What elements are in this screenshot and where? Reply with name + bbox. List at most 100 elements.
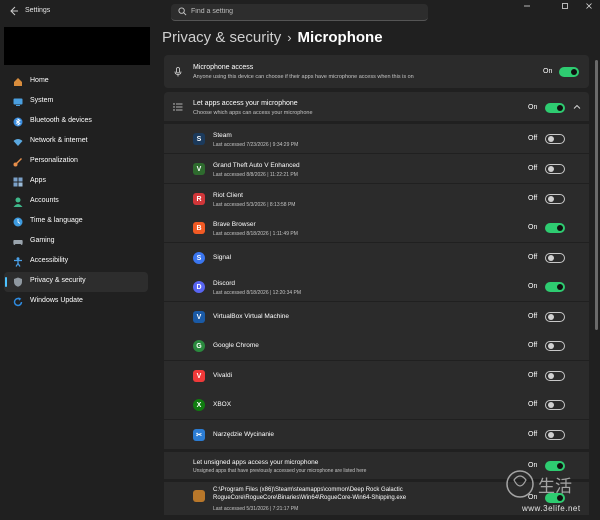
snipping-tool-icon: ✂ (193, 429, 205, 441)
app-row-riot-client: R Riot Client Last accessed 5/3/2026 | 8… (164, 184, 589, 213)
sidebar-item-label: Personalization (30, 157, 78, 164)
app-last-accessed: Last accessed 5/31/2026 | 7:21:17 PM (213, 506, 299, 512)
sidebar-item-home[interactable]: Home (4, 72, 148, 92)
sidebar-item-label: Gaming (30, 237, 55, 244)
toggle-knob (548, 136, 554, 142)
toggle-knob (557, 105, 563, 111)
let-apps-access-card[interactable]: Let apps access your microphone Choose w… (164, 92, 589, 121)
toggle-knob (548, 373, 554, 379)
sidebar-item-personalization[interactable]: Personalization (4, 152, 148, 172)
sidebar-item-windows-update[interactable]: Windows Update (4, 292, 148, 312)
breadcrumb-parent[interactable]: Privacy & security (162, 29, 281, 46)
app-name: Riot Client (213, 192, 243, 199)
app-row-signal: S Signal Off (164, 243, 589, 272)
apps-icon (13, 177, 23, 187)
app-name: XBOX (213, 401, 232, 408)
minimize-icon[interactable] (514, 0, 540, 16)
title-bar: Settings (0, 0, 600, 26)
app-last-accessed: Last accessed 8/18/2026 | 12:20:34 PM (213, 290, 302, 296)
sidebar-item-accessibility[interactable]: Accessibility (4, 252, 148, 272)
sidebar-item-apps[interactable]: Apps (4, 172, 148, 192)
unsigned-apps-title: Let unsigned apps access your microphone (193, 459, 319, 466)
let-apps-access-toggle[interactable] (545, 103, 565, 113)
scrollbar[interactable] (595, 60, 598, 330)
sidebar-item-gaming[interactable]: Gaming (4, 232, 148, 252)
app-toggle[interactable] (545, 371, 565, 381)
app-toggle[interactable] (545, 312, 565, 322)
app-toggle[interactable] (545, 164, 565, 174)
toggle-state-label: Off (528, 431, 538, 438)
app-toggle[interactable] (545, 341, 565, 351)
toggle-knob (548, 343, 554, 349)
microphone-access-title: Microphone access (193, 64, 254, 71)
svg-text:生活: 生活 (538, 477, 572, 497)
chrome-icon: G (193, 340, 205, 352)
sidebar-item-label: Home (30, 77, 49, 84)
app-row-snipping-tool: ✂ Narzędzie Wycinanie Off (164, 420, 589, 449)
microphone-access-card: Microphone access Anyone using this devi… (164, 55, 589, 88)
toggle-knob (548, 432, 554, 438)
app-name: VirtualBox Virtual Machine (213, 313, 289, 320)
microphone-access-toggle[interactable] (559, 67, 579, 77)
list-icon (173, 103, 183, 111)
toggle-knob (548, 255, 554, 261)
toggle-state-label: On (528, 224, 538, 231)
sidebar-item-label: System (30, 97, 54, 104)
sidebar-item-privacy-security[interactable]: Privacy & security (4, 272, 148, 292)
app-name: Discord (213, 280, 236, 287)
app-title: Settings (25, 7, 51, 14)
sidebar-item-network[interactable]: Network & internet (4, 132, 148, 152)
app-path: C:\Program Files (x86)\Steam\steamapps\c… (213, 487, 407, 501)
toggle-state-label: Off (528, 342, 538, 349)
sidebar-item-label: Time & language (30, 217, 83, 224)
maximize-icon[interactable] (552, 0, 578, 16)
sidebar-item-accounts[interactable]: Accounts (4, 192, 148, 212)
breadcrumb-separator: › (287, 30, 292, 45)
app-row-chrome: G Google Chrome Off (164, 331, 589, 360)
app-toggle[interactable] (545, 400, 565, 410)
arrow-left-icon[interactable] (6, 5, 22, 21)
toggle-state-label: Off (528, 372, 538, 379)
page-title: Microphone (297, 29, 383, 46)
toggle-state-label: Off (528, 401, 538, 408)
app-toggle[interactable] (545, 134, 565, 144)
app-toggle[interactable] (545, 282, 565, 292)
user-profile-card[interactable] (4, 27, 150, 65)
app-last-accessed: Last accessed 8/8/2026 | 11:22:21 PM (213, 172, 298, 178)
app-name: Google Chrome (213, 342, 259, 349)
sidebar-item-system[interactable]: System (4, 92, 148, 112)
app-name: Signal (213, 254, 232, 261)
close-icon[interactable] (576, 0, 600, 16)
toggle-knob (571, 69, 577, 75)
toggle-state-label: Off (528, 165, 538, 172)
virtualbox-icon: V (193, 311, 205, 323)
let-apps-access-title: Let apps access your microphone (193, 100, 298, 107)
home-icon (14, 78, 22, 86)
brush-icon (13, 158, 22, 167)
app-toggle[interactable] (545, 194, 565, 204)
app-row-discord: D Discord Last accessed 8/18/2026 | 12:2… (164, 272, 589, 301)
watermark-logo: 生活 www.3elife.net (500, 462, 600, 515)
gaming-icon (13, 240, 23, 245)
app-toggle[interactable] (545, 223, 565, 233)
sidebar-item-bluetooth[interactable]: Bluetooth & devices (4, 112, 148, 132)
app-toggle[interactable] (545, 253, 565, 263)
app-toggle[interactable] (545, 430, 565, 440)
gta-icon: V (193, 163, 205, 175)
chevron-up-icon[interactable] (573, 103, 581, 111)
clock-icon (13, 217, 23, 227)
let-apps-access-description: Choose which apps can access your microp… (193, 110, 313, 116)
toggle-state-label: On (543, 68, 553, 75)
toggle-knob (548, 314, 554, 320)
toggle-state-label: On (528, 104, 538, 111)
accessibility-icon (14, 257, 22, 267)
search-box[interactable] (171, 4, 428, 21)
app-name: Narzędzie Wycinanie (213, 431, 274, 438)
app-row-xbox: X XBOX Off (164, 390, 589, 419)
sidebar-nav: Home System Bluetooth & devices Network … (4, 72, 148, 312)
toggle-knob (548, 402, 554, 408)
search-input[interactable] (191, 5, 411, 18)
sidebar-item-time-language[interactable]: Time & language (4, 212, 148, 232)
sidebar-item-label: Apps (30, 177, 46, 184)
sidebar-item-label: Network & internet (30, 137, 88, 144)
